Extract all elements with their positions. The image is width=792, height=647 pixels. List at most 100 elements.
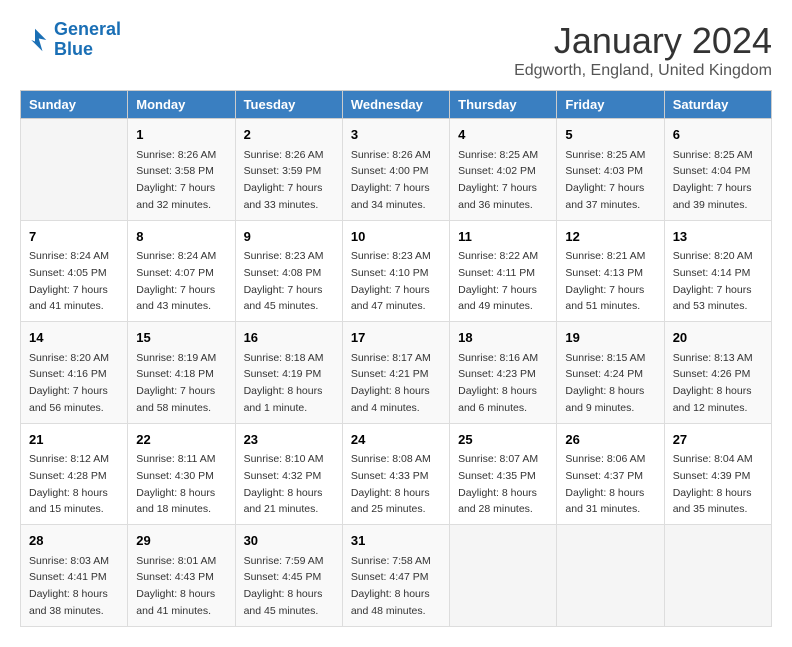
day-number: 28	[29, 531, 119, 551]
calendar-cell: 31Sunrise: 7:58 AMSunset: 4:47 PMDayligh…	[342, 525, 449, 627]
day-number: 7	[29, 227, 119, 247]
day-number: 23	[244, 430, 334, 450]
day-number: 5	[565, 125, 655, 145]
calendar-cell: 16Sunrise: 8:18 AMSunset: 4:19 PMDayligh…	[235, 322, 342, 424]
day-number: 18	[458, 328, 548, 348]
day-number: 29	[136, 531, 226, 551]
logo-text: General Blue	[54, 20, 121, 60]
calendar-cell: 14 Sunrise: 8:20 AMSunset: 4:16 PMDayligh…	[21, 322, 128, 424]
logo: General Blue	[20, 20, 121, 60]
day-info: Sunrise: 8:26 AMSunset: 4:00 PMDaylight:…	[351, 149, 431, 211]
day-info: Sunrise: 8:17 AMSunset: 4:21 PMDaylight:…	[351, 352, 431, 414]
calendar-cell: 15 Sunrise: 8:19 AMSunset: 4:18 PMDayligh…	[128, 322, 235, 424]
calendar-week-4: 21 Sunrise: 8:12 AMSunset: 4:28 PMDayligh…	[21, 423, 772, 525]
calendar-cell: 18 Sunrise: 8:16 AMSunset: 4:23 PMDayligh…	[450, 322, 557, 424]
calendar-week-3: 14 Sunrise: 8:20 AMSunset: 4:16 PMDayligh…	[21, 322, 772, 424]
calendar-cell: 5 Sunrise: 8:25 AMSunset: 4:03 PMDaylight…	[557, 119, 664, 221]
calendar-table: SundayMondayTuesdayWednesdayThursdayFrid…	[20, 90, 772, 627]
day-info: Sunrise: 8:03 AMSunset: 4:41 PMDaylight:…	[29, 555, 109, 617]
day-number: 4	[458, 125, 548, 145]
day-number: 6	[673, 125, 763, 145]
day-info: Sunrise: 8:11 AMSunset: 4:30 PMDaylight:…	[136, 453, 215, 515]
day-number: 31	[351, 531, 441, 551]
calendar-cell: 19 Sunrise: 8:15 AMSunset: 4:24 PMDayligh…	[557, 322, 664, 424]
logo-line1: General	[54, 19, 121, 39]
logo-icon	[20, 25, 50, 55]
day-number: 25	[458, 430, 548, 450]
calendar-cell: 13Sunrise: 8:20 AMSunset: 4:14 PMDayligh…	[664, 220, 771, 322]
day-number: 22	[136, 430, 226, 450]
calendar-cell: 25 Sunrise: 8:07 AMSunset: 4:35 PMDayligh…	[450, 423, 557, 525]
title-block: January 2024 Edgworth, England, United K…	[514, 20, 772, 80]
calendar-cell	[664, 525, 771, 627]
weekday-header-wednesday: Wednesday	[342, 91, 449, 119]
calendar-cell: 8 Sunrise: 8:24 AMSunset: 4:07 PMDaylight…	[128, 220, 235, 322]
day-info: Sunrise: 8:13 AMSunset: 4:26 PMDaylight:…	[673, 352, 753, 414]
day-number: 11	[458, 227, 548, 247]
calendar-cell: 29 Sunrise: 8:01 AMSunset: 4:43 PMDayligh…	[128, 525, 235, 627]
day-number: 9	[244, 227, 334, 247]
month-title: January 2024	[514, 20, 772, 62]
day-info: Sunrise: 8:25 AMSunset: 4:03 PMDaylight:…	[565, 149, 645, 211]
day-info: Sunrise: 8:18 AMSunset: 4:19 PMDaylight:…	[244, 352, 324, 414]
weekday-header-sunday: Sunday	[21, 91, 128, 119]
day-number: 19	[565, 328, 655, 348]
calendar-cell: 27Sunrise: 8:04 AMSunset: 4:39 PMDayligh…	[664, 423, 771, 525]
day-number: 12	[565, 227, 655, 247]
day-number: 21	[29, 430, 119, 450]
calendar-cell: 2 Sunrise: 8:26 AMSunset: 3:59 PMDaylight…	[235, 119, 342, 221]
day-number: 8	[136, 227, 226, 247]
calendar-cell: 3 Sunrise: 8:26 AMSunset: 4:00 PMDaylight…	[342, 119, 449, 221]
weekday-header-thursday: Thursday	[450, 91, 557, 119]
calendar-cell: 24Sunrise: 8:08 AMSunset: 4:33 PMDayligh…	[342, 423, 449, 525]
day-info: Sunrise: 8:19 AMSunset: 4:18 PMDaylight:…	[136, 352, 216, 414]
day-info: Sunrise: 8:23 AMSunset: 4:10 PMDaylight:…	[351, 250, 431, 312]
calendar-cell: 23 Sunrise: 8:10 AMSunset: 4:32 PMDayligh…	[235, 423, 342, 525]
day-info: Sunrise: 8:16 AMSunset: 4:23 PMDaylight:…	[458, 352, 538, 414]
calendar-cell: 20 Sunrise: 8:13 AMSunset: 4:26 PMDayligh…	[664, 322, 771, 424]
calendar-cell: 22 Sunrise: 8:11 AMSunset: 4:30 PMDayligh…	[128, 423, 235, 525]
day-number: 13	[673, 227, 763, 247]
day-number: 17	[351, 328, 441, 348]
day-info: Sunrise: 8:24 AMSunset: 4:07 PMDaylight:…	[136, 250, 216, 312]
day-info: Sunrise: 8:08 AMSunset: 4:33 PMDaylight:…	[351, 453, 431, 515]
day-number: 2	[244, 125, 334, 145]
day-info: Sunrise: 8:07 AMSunset: 4:35 PMDaylight:…	[458, 453, 538, 515]
day-info: Sunrise: 8:26 AMSunset: 3:59 PMDaylight:…	[244, 149, 324, 211]
day-number: 14	[29, 328, 119, 348]
logo-line2: Blue	[54, 39, 93, 59]
day-info: Sunrise: 8:12 AMSunset: 4:28 PMDaylight:…	[29, 453, 109, 515]
day-info: Sunrise: 8:21 AMSunset: 4:13 PMDaylight:…	[565, 250, 645, 312]
day-info: Sunrise: 8:26 AMSunset: 3:58 PMDaylight:…	[136, 149, 216, 211]
calendar-cell: 1 Sunrise: 8:26 AMSunset: 3:58 PMDaylight…	[128, 119, 235, 221]
day-info: Sunrise: 8:10 AMSunset: 4:32 PMDaylight:…	[244, 453, 324, 515]
day-info: Sunrise: 8:20 AMSunset: 4:16 PMDaylight:…	[29, 352, 109, 414]
calendar-cell	[450, 525, 557, 627]
day-number: 3	[351, 125, 441, 145]
weekday-header-row: SundayMondayTuesdayWednesdayThursdayFrid…	[21, 91, 772, 119]
calendar-cell	[557, 525, 664, 627]
day-info: Sunrise: 8:06 AMSunset: 4:37 PMDaylight:…	[565, 453, 645, 515]
calendar-cell	[21, 119, 128, 221]
calendar-cell: 30Sunrise: 7:59 AMSunset: 4:45 PMDayligh…	[235, 525, 342, 627]
weekday-header-saturday: Saturday	[664, 91, 771, 119]
calendar-cell: 26 Sunrise: 8:06 AMSunset: 4:37 PMDayligh…	[557, 423, 664, 525]
day-number: 10	[351, 227, 441, 247]
day-number: 26	[565, 430, 655, 450]
weekday-header-tuesday: Tuesday	[235, 91, 342, 119]
day-info: Sunrise: 8:15 AMSunset: 4:24 PMDaylight:…	[565, 352, 645, 414]
day-number: 1	[136, 125, 226, 145]
weekday-header-monday: Monday	[128, 91, 235, 119]
calendar-week-1: 1 Sunrise: 8:26 AMSunset: 3:58 PMDaylight…	[21, 119, 772, 221]
calendar-week-2: 7Sunrise: 8:24 AMSunset: 4:05 PMDaylight…	[21, 220, 772, 322]
day-number: 15	[136, 328, 226, 348]
day-info: Sunrise: 8:01 AMSunset: 4:43 PMDaylight:…	[136, 555, 216, 617]
calendar-cell: 10 Sunrise: 8:23 AMSunset: 4:10 PMDayligh…	[342, 220, 449, 322]
calendar-cell: 7Sunrise: 8:24 AMSunset: 4:05 PMDaylight…	[21, 220, 128, 322]
calendar-cell: 21 Sunrise: 8:12 AMSunset: 4:28 PMDayligh…	[21, 423, 128, 525]
day-info: Sunrise: 8:04 AMSunset: 4:39 PMDaylight:…	[673, 453, 753, 515]
day-number: 20	[673, 328, 763, 348]
calendar-cell: 11Sunrise: 8:22 AMSunset: 4:11 PMDayligh…	[450, 220, 557, 322]
day-info: Sunrise: 8:23 AMSunset: 4:08 PMDaylight:…	[244, 250, 324, 312]
calendar-cell: 17 Sunrise: 8:17 AMSunset: 4:21 PMDayligh…	[342, 322, 449, 424]
